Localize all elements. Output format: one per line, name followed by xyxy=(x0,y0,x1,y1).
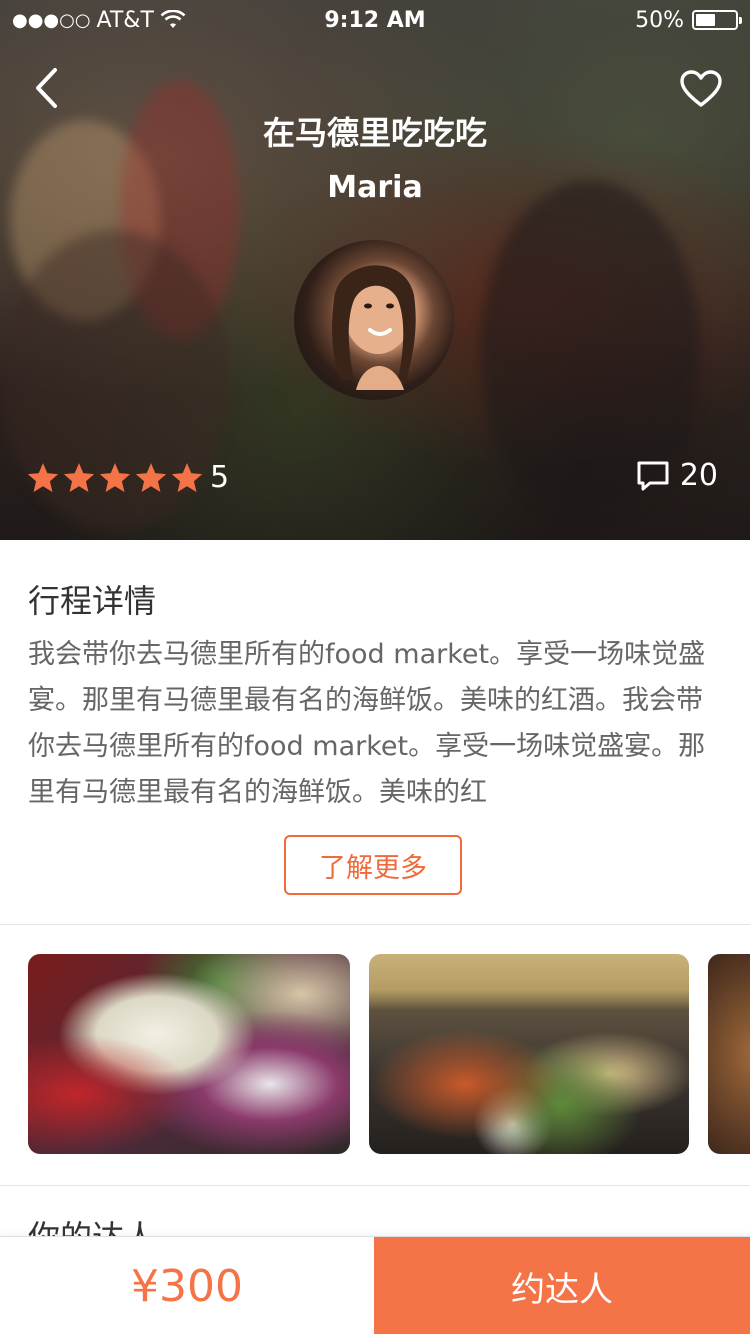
heart-outline-icon xyxy=(680,70,722,107)
back-button[interactable] xyxy=(22,64,70,112)
host-name: Maria xyxy=(327,170,423,205)
rating-value: 5 xyxy=(210,460,230,495)
hero-banner: ●●●○○ AT&T 9:12 AM 50% 在马德里吃吃吃 Maria 5 2… xyxy=(0,0,750,540)
price-label: ¥300 xyxy=(131,1260,243,1312)
trip-title: 在马德里吃吃吃 xyxy=(262,114,487,152)
gallery-photo[interactable] xyxy=(708,954,750,1154)
itinerary-details-section: 行程详情 我会带你去马德里所有的food market。享受一场味觉盛宴。那里有… xyxy=(0,540,750,925)
favorite-button[interactable] xyxy=(676,64,726,114)
star-icon xyxy=(172,462,202,492)
learn-more-button[interactable]: 了解更多 xyxy=(284,835,462,895)
star-icon xyxy=(100,462,130,492)
gallery-photo[interactable] xyxy=(28,954,350,1154)
chevron-left-icon xyxy=(36,68,57,108)
avatar-portrait xyxy=(332,265,416,390)
star-rating xyxy=(28,462,202,493)
section-title: 行程详情 xyxy=(28,582,157,620)
star-icon xyxy=(136,462,166,492)
battery-icon xyxy=(692,10,742,30)
comments-link[interactable]: 20 xyxy=(636,458,718,493)
photo-gallery[interactable] xyxy=(0,926,750,1186)
bottom-action-bar: ¥300 约达人 xyxy=(0,1236,750,1334)
status-time: 9:12 AM xyxy=(324,7,426,33)
star-icon xyxy=(64,462,94,492)
comments-count: 20 xyxy=(679,458,718,493)
book-guide-button[interactable]: 约达人 xyxy=(374,1237,750,1334)
star-icon xyxy=(28,462,58,492)
rating: 5 xyxy=(28,460,229,495)
host-avatar[interactable] xyxy=(294,240,454,400)
battery-level-fill xyxy=(696,14,715,26)
gallery-photo[interactable] xyxy=(369,954,689,1154)
status-bar: ●●●○○ AT&T 9:12 AM 50% xyxy=(0,0,750,40)
comment-icon xyxy=(637,461,669,490)
itinerary-description: 我会带你去马德里所有的food market。享受一场味觉盛宴。那里有马德里最有… xyxy=(28,639,706,808)
